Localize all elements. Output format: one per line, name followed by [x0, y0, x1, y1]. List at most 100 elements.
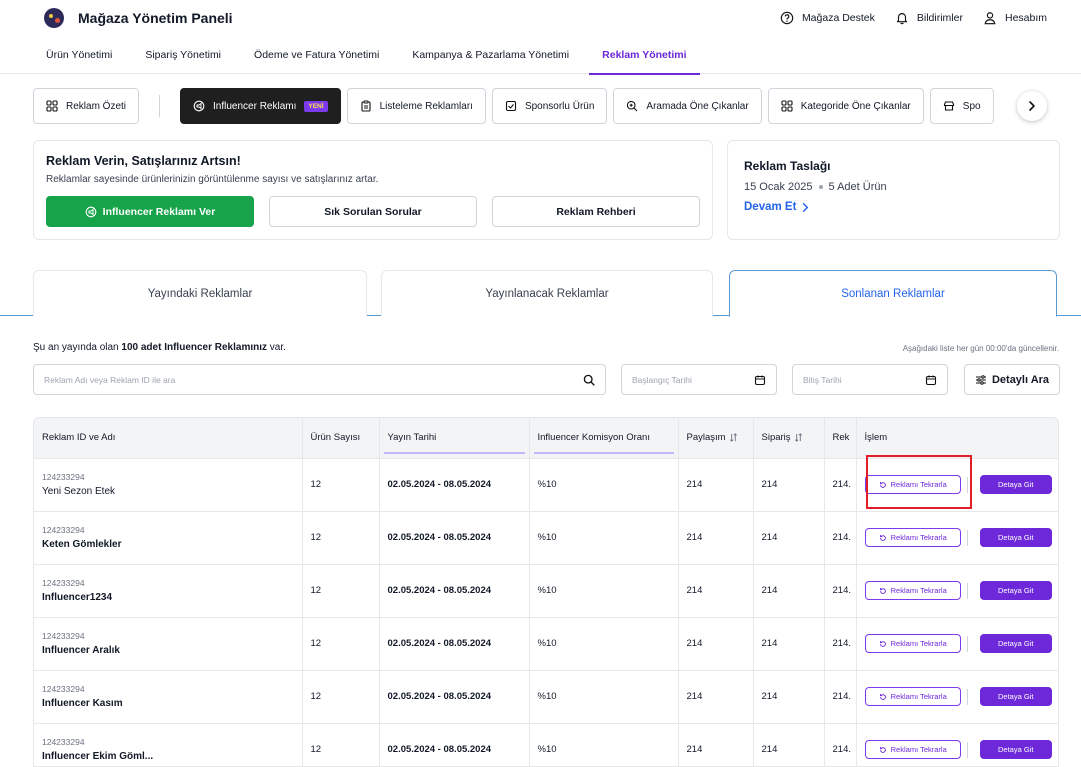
product-count-cell: 12	[302, 510, 380, 564]
repeat-ad-label: Reklamı Tekrarla	[890, 639, 947, 648]
create-influencer-ad-button[interactable]: Influencer Reklamı Ver	[46, 196, 254, 227]
repeat-ad-button[interactable]: Reklamı Tekrarla	[864, 634, 961, 653]
orders-cell: 214	[753, 457, 825, 511]
calendar-icon[interactable]	[925, 374, 937, 386]
row-actions: Reklamı Tekrarla Detaya Git	[864, 475, 1052, 494]
tab-live-ads[interactable]: Yayındaki Reklamlar	[33, 270, 367, 316]
checkbox-icon	[505, 100, 516, 112]
advanced-search-button[interactable]: Detaylı Ara	[964, 364, 1060, 395]
tab-sponsored-more[interactable]: Spo	[929, 88, 994, 124]
product-count-cell: 12	[302, 722, 380, 766]
action-cell: Reklamı Tekrarla Detaya Git	[855, 457, 1058, 511]
orders-cell: 214	[753, 510, 825, 564]
rek-cell: 214.	[824, 457, 857, 511]
header-orders[interactable]: Sipariş	[753, 418, 825, 458]
sliders-icon	[975, 374, 986, 385]
header-rek: Rek	[824, 418, 857, 458]
grid-icon	[46, 100, 58, 112]
tab-search-featured[interactable]: Aramada Öne Çıkanlar	[613, 88, 762, 124]
tab-sponsored-product-label: Sponsorlu Ürün	[524, 100, 595, 112]
subnav-scroll-next-button[interactable]	[1017, 91, 1047, 121]
header-id-name: Reklam ID ve Adı	[34, 418, 303, 458]
tab-category-featured[interactable]: Kategoride Öne Çıkanlar	[767, 88, 924, 124]
tab-sponsored-product[interactable]: Sponsorlu Ürün	[491, 88, 608, 124]
tab-listing-ads[interactable]: Listeleme Reklamları	[346, 88, 486, 124]
nav-item-orders[interactable]: Sipariş Yönetimi	[145, 36, 221, 74]
support-link[interactable]: Mağaza Destek	[780, 11, 875, 25]
ad-name: Influencer1234	[42, 592, 113, 603]
shares-cell: 214	[678, 510, 754, 564]
account-link[interactable]: Hesabım	[983, 11, 1047, 25]
nav-item-products[interactable]: Ürün Yönetimi	[46, 36, 112, 74]
search-icon[interactable]	[583, 374, 595, 386]
commission-cell: %10	[529, 616, 679, 670]
row-actions: Reklamı Tekrarla Detaya Git	[864, 581, 1052, 600]
header-commission: Influencer Komisyon Oranı	[529, 418, 679, 458]
header-shares-label: Paylaşım	[686, 432, 726, 444]
refresh-icon	[879, 693, 886, 700]
update-note: Aşağıdaki liste her gün 00:00'da güncell…	[902, 344, 1059, 353]
action-cell: Reklamı Tekrarla Detaya Git	[855, 510, 1058, 564]
ad-id: 124233294	[42, 631, 85, 641]
repeat-ad-button[interactable]: Reklamı Tekrarla	[864, 475, 961, 494]
repeat-ad-label: Reklamı Tekrarla	[890, 533, 947, 542]
promo-title: Reklam Verin, Satışlarınız Artsın!	[46, 154, 241, 168]
nav-item-campaigns[interactable]: Kampanya & Pazarlama Yönetimi	[412, 36, 569, 74]
ads-table: Reklam ID ve Adı Ürün Sayısı Yayın Tarih…	[34, 418, 1058, 766]
repeat-ad-button[interactable]: Reklamı Tekrarla	[864, 528, 961, 547]
ad-guide-button[interactable]: Reklam Rehberi	[492, 196, 700, 227]
info-count: 100 adet Influencer Reklamınız	[121, 342, 268, 353]
draft-continue-link[interactable]: Devam Et	[744, 201, 1043, 213]
ads-table-container: Reklam ID ve Adı Ürün Sayısı Yayın Tarih…	[33, 417, 1059, 767]
tab-influencer-ads[interactable]: Influencer Reklamı YENİ	[180, 88, 341, 124]
nav-item-payments[interactable]: Ödeme ve Fatura Yönetimi	[254, 36, 379, 74]
tab-scheduled-ads[interactable]: Yayınlanacak Reklamlar	[381, 270, 713, 316]
help-circle-icon	[780, 11, 794, 25]
advanced-search-label: Detaylı Ara	[991, 373, 1050, 386]
repeat-ad-button[interactable]: Reklamı Tekrarla	[864, 687, 961, 706]
draft-count: 5 Adet Ürün	[828, 181, 887, 193]
create-influencer-ad-label: Influencer Reklamı Ver	[102, 205, 216, 218]
megaphone-icon	[85, 206, 97, 217]
go-to-detail-button[interactable]: Detaya Git	[979, 581, 1052, 600]
nav-item-ads[interactable]: Reklam Yönetimi	[589, 36, 700, 75]
tab-ad-summary[interactable]: Reklam Özeti	[33, 88, 140, 124]
faq-button[interactable]: Sık Sorulan Sorular	[269, 196, 477, 227]
refresh-icon	[879, 481, 886, 488]
account-label: Hesabım	[1004, 12, 1047, 24]
repeat-ad-button[interactable]: Reklamı Tekrarla	[864, 581, 961, 600]
action-divider	[966, 582, 968, 599]
action-cell: Reklamı Tekrarla Detaya Git	[855, 563, 1058, 617]
rek-cell: 214.	[824, 616, 857, 670]
go-to-detail-button[interactable]: Detaya Git	[979, 528, 1052, 547]
start-date-input[interactable]	[632, 374, 754, 385]
commission-cell: %10	[529, 457, 679, 511]
live-ads-info: Şu an yayında olan 100 adet Influencer R…	[33, 342, 286, 353]
go-to-detail-button[interactable]: Detaya Git	[979, 740, 1052, 760]
new-badge: YENİ	[304, 100, 328, 112]
store-icon	[943, 101, 954, 111]
calendar-icon[interactable]	[754, 374, 766, 386]
promo-card: Reklam Verin, Satışlarınız Artsın! Rekla…	[33, 140, 713, 240]
go-to-detail-button[interactable]: Detaya Git	[979, 634, 1052, 653]
header-shares[interactable]: Paylaşım	[678, 418, 754, 458]
go-to-detail-button[interactable]: Detaya Git	[979, 687, 1052, 706]
action-divider	[966, 741, 968, 758]
notifications-link[interactable]: Bildirimler	[895, 11, 963, 25]
commission-cell: %10	[529, 563, 679, 617]
main-nav: Ürün Yönetimi Sipariş Yönetimi Ödeme ve …	[0, 36, 1081, 75]
top-bar: Mağaza Yönetim Paneli Mağaza Destek Bild…	[0, 0, 1081, 36]
chevron-right-icon	[1029, 101, 1035, 111]
tab-ended-ads[interactable]: Sonlanan Reklamlar	[729, 270, 1057, 317]
publish-dates-cell: 02.05.2024 - 08.05.2024	[379, 563, 530, 617]
header-orders-label: Sipariş	[761, 432, 791, 444]
ad-id: 124233294	[42, 737, 85, 748]
end-date-input[interactable]	[803, 374, 925, 385]
chevron-right-icon	[803, 202, 809, 212]
promo-description: Reklamlar sayesinde ürünlerinizin görünt…	[46, 174, 379, 185]
go-to-detail-button[interactable]: Detaya Git	[979, 475, 1052, 494]
promo-buttons: Influencer Reklamı Ver Sık Sorulan Sorul…	[46, 196, 700, 227]
refresh-icon	[879, 746, 886, 753]
search-input[interactable]	[44, 374, 583, 385]
repeat-ad-button[interactable]: Reklamı Tekrarla	[864, 740, 961, 760]
